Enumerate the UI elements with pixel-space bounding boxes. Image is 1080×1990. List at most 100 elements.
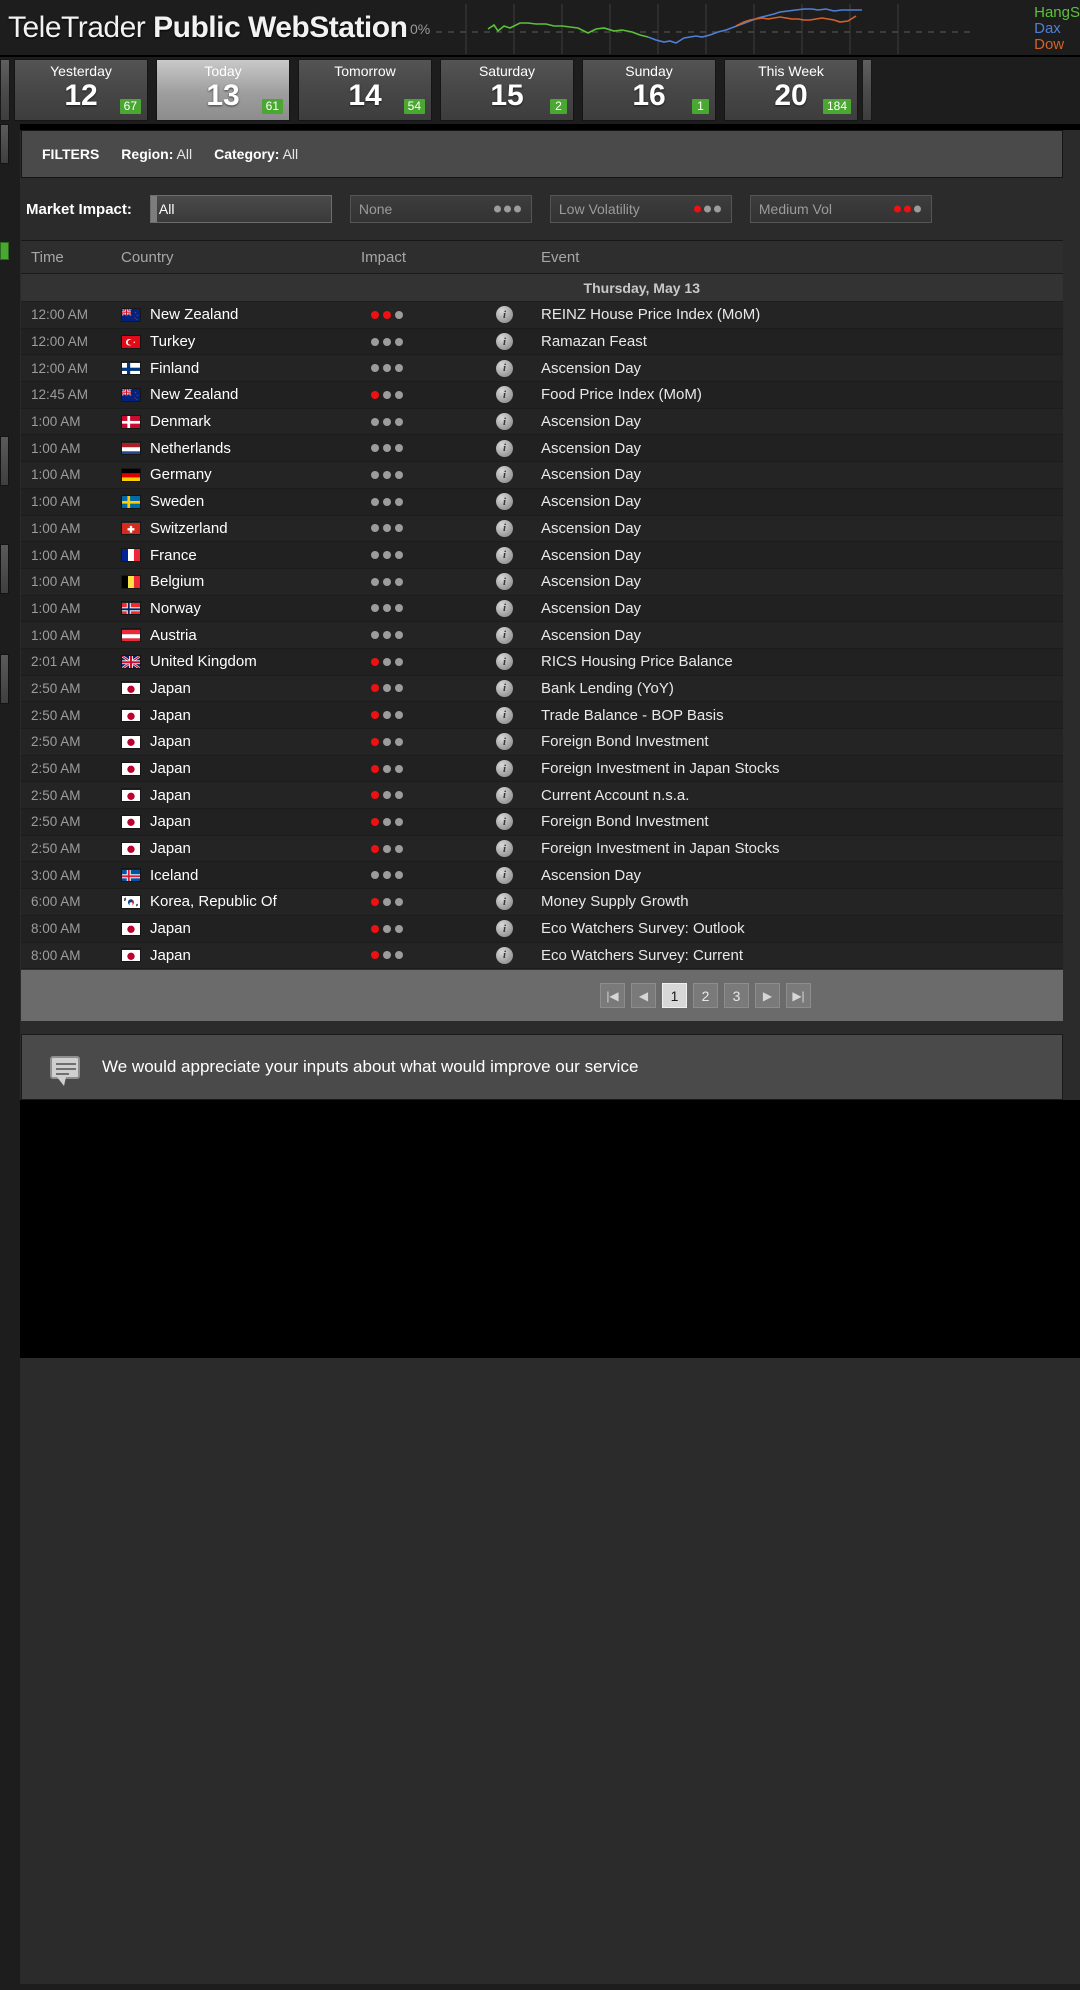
info-icon[interactable]: i (496, 546, 513, 564)
day-tab-next-partial[interactable] (862, 59, 872, 121)
info-icon[interactable]: i (496, 333, 513, 351)
table-row[interactable]: 12:00 AM Finland i Ascension Day (21, 355, 1063, 383)
info-icon[interactable]: i (496, 573, 513, 591)
info-icon[interactable]: i (496, 626, 513, 644)
filter-category[interactable]: Category: All (214, 146, 298, 162)
day-tab-today[interactable]: Today 13 61 (156, 59, 290, 121)
market-impact-option-all[interactable]: All (149, 195, 332, 223)
cell-info[interactable]: i (486, 813, 531, 831)
day-tab-tomorrow[interactable]: Tomorrow 14 54 (298, 59, 432, 121)
table-row[interactable]: 1:00 AM Netherlands i Ascension Day (21, 435, 1063, 463)
table-row[interactable]: 1:00 AM Belgium i Ascension Day (21, 568, 1063, 596)
column-header-country[interactable]: Country (111, 249, 351, 266)
pagination-last-button[interactable]: ▶| (786, 983, 811, 1009)
cell-info[interactable]: i (486, 306, 531, 324)
pagination-page-3[interactable]: 3 (724, 983, 749, 1009)
table-row[interactable]: 1:00 AM Austria i Ascension Day (21, 622, 1063, 649)
cell-info[interactable]: i (486, 546, 531, 564)
rail-handle-bottom[interactable] (0, 654, 9, 704)
cell-info[interactable]: i (486, 893, 531, 911)
table-row[interactable]: 1:00 AM Denmark i Ascension Day (21, 408, 1063, 436)
cell-info[interactable]: i (486, 786, 531, 804)
index-ticker[interactable]: 0% HangS Dax Dow (410, 4, 1080, 54)
table-row[interactable]: 8:00 AM Japan i Eco Watchers Survey: Curren… (21, 942, 1063, 970)
pagination-prev-button[interactable]: ◀ (631, 983, 656, 1009)
pagination-next-button[interactable]: ▶ (755, 983, 780, 1009)
info-icon[interactable]: i (496, 466, 513, 484)
table-row[interactable]: 3:00 AM Iceland i Ascension Day (21, 862, 1063, 890)
cell-info[interactable]: i (486, 439, 531, 457)
table-row[interactable]: 12:00 AM New Zealand i REINZ House Price In… (21, 302, 1063, 329)
table-row[interactable]: 8:00 AM Japan i Eco Watchers Survey: Outloo… (21, 915, 1063, 943)
info-icon[interactable]: i (496, 386, 513, 404)
info-icon[interactable]: i (496, 599, 513, 617)
info-icon[interactable]: i (496, 519, 513, 537)
ticker-sparkline-chart[interactable] (436, 4, 977, 54)
cell-info[interactable]: i (486, 493, 531, 511)
info-icon[interactable]: i (496, 813, 513, 831)
rail-handle-top[interactable] (0, 124, 9, 164)
column-header-impact[interactable]: Impact (351, 249, 486, 266)
table-row[interactable]: 2:50 AM Japan i Foreign Bond Investment (21, 729, 1063, 756)
cell-info[interactable]: i (486, 573, 531, 591)
market-impact-option-none[interactable]: None (349, 195, 532, 223)
info-icon[interactable]: i (496, 653, 513, 671)
pagination-page-2[interactable]: 2 (693, 983, 718, 1009)
info-icon[interactable]: i (496, 866, 513, 884)
cell-info[interactable]: i (486, 599, 531, 617)
table-row[interactable]: 2:50 AM Japan i Foreign Investment in Japan… (21, 835, 1063, 863)
pagination-first-button[interactable]: |◀ (600, 983, 625, 1009)
cell-info[interactable]: i (486, 866, 531, 884)
info-icon[interactable]: i (496, 920, 513, 938)
day-tab-prev-partial[interactable] (0, 59, 10, 121)
cell-info[interactable]: i (486, 386, 531, 404)
table-row[interactable]: 12:45 AM New Zealand i Food Price Index (Mo… (21, 382, 1063, 409)
table-row[interactable]: 1:00 AM Switzerland i Ascension Day (21, 515, 1063, 543)
info-icon[interactable]: i (496, 306, 513, 324)
cell-info[interactable]: i (486, 626, 531, 644)
table-row[interactable]: 6:00 AM Korea, Republic Of i Money Supply G… (21, 889, 1063, 916)
info-icon[interactable]: i (496, 840, 513, 858)
table-row[interactable]: 12:00 AM Turkey i Ramazan Feast (21, 328, 1063, 356)
column-header-event[interactable]: Event (531, 249, 1063, 266)
info-icon[interactable]: i (496, 946, 513, 964)
info-icon[interactable]: i (496, 359, 513, 377)
filters-bar[interactable]: FILTERS Region: All Category: All (21, 130, 1063, 178)
market-impact-option-low-volatility[interactable]: Low Volatility (549, 195, 732, 223)
table-row[interactable]: 2:50 AM Japan i Foreign Bond Investment (21, 809, 1063, 836)
info-icon[interactable]: i (496, 413, 513, 431)
table-row[interactable]: 2:50 AM Japan i Trade Balance - BOP Basis (21, 702, 1063, 729)
day-tab-this-week[interactable]: This Week 20 184 (724, 59, 858, 121)
info-icon[interactable]: i (496, 893, 513, 911)
market-impact-option-medium-volatility[interactable]: Medium Vol (749, 195, 932, 223)
info-icon[interactable]: i (496, 786, 513, 804)
day-tab-yesterday[interactable]: Yesterday 12 67 (14, 59, 148, 121)
cell-info[interactable]: i (486, 733, 531, 751)
table-row[interactable]: 1:00 AM Germany i Ascension Day (21, 462, 1063, 489)
day-tab-saturday[interactable]: Saturday 15 2 (440, 59, 574, 121)
cell-info[interactable]: i (486, 706, 531, 724)
day-tab-sunday[interactable]: Sunday 16 1 (582, 59, 716, 121)
rail-handle-low[interactable] (0, 544, 9, 594)
pagination-page-1[interactable]: 1 (662, 983, 687, 1009)
cell-info[interactable]: i (486, 333, 531, 351)
cell-info[interactable]: i (486, 359, 531, 377)
cell-info[interactable]: i (486, 679, 531, 697)
info-icon[interactable]: i (496, 493, 513, 511)
cell-info[interactable]: i (486, 413, 531, 431)
cell-info[interactable]: i (486, 946, 531, 964)
cell-info[interactable]: i (486, 760, 531, 778)
table-row[interactable]: 1:00 AM France i Ascension Day (21, 542, 1063, 569)
cell-info[interactable]: i (486, 519, 531, 537)
table-row[interactable]: 1:00 AM Sweden i Ascension Day (21, 488, 1063, 516)
cell-info[interactable]: i (486, 653, 531, 671)
filter-region[interactable]: Region: All (121, 146, 192, 162)
table-row[interactable]: 2:50 AM Japan i Current Account n.s.a. (21, 782, 1063, 810)
table-row[interactable]: 2:50 AM Japan i Foreign Investment in Japan… (21, 755, 1063, 783)
cell-info[interactable]: i (486, 466, 531, 484)
table-row[interactable]: 1:00 AM Norway i Ascension Day (21, 595, 1063, 623)
cell-info[interactable]: i (486, 840, 531, 858)
info-icon[interactable]: i (496, 760, 513, 778)
info-icon[interactable]: i (496, 679, 513, 697)
table-row[interactable]: 2:50 AM Japan i Bank Lending (YoY) (21, 675, 1063, 703)
